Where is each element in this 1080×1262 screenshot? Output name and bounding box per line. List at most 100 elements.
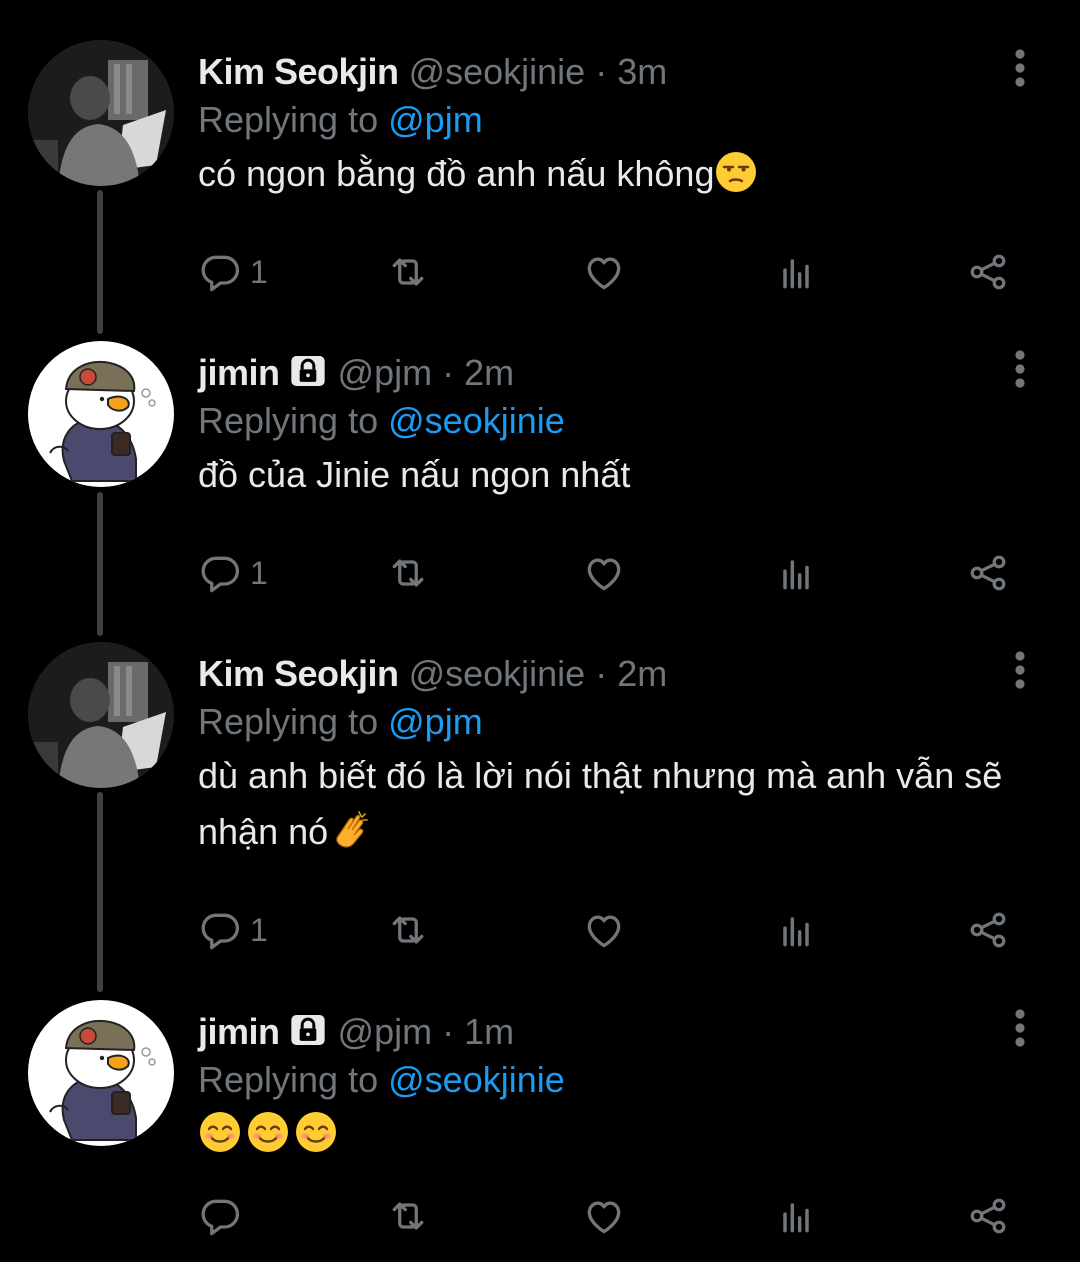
avatar[interactable] xyxy=(28,341,174,487)
user-handle[interactable]: @pjm xyxy=(338,1011,433,1052)
lock-icon xyxy=(288,1013,328,1047)
timestamp[interactable]: 1m xyxy=(464,1011,514,1052)
retweet-icon xyxy=(386,551,430,595)
tweet-header: jimin @pjm · 2m xyxy=(198,349,514,397)
like-button[interactable] xyxy=(582,1192,626,1240)
action-bar: 1 xyxy=(198,248,1038,296)
tweet[interactable]: Kim Seokjin @seokjinie · 2m Replying to … xyxy=(0,642,1080,962)
photo-avatar xyxy=(28,40,174,186)
analytics-icon xyxy=(774,551,818,595)
lock-icon xyxy=(288,354,328,388)
action-bar: 1 xyxy=(198,906,1038,954)
share-icon xyxy=(966,250,1010,294)
unamused-face-icon xyxy=(714,150,758,194)
photo-avatar xyxy=(28,642,174,788)
user-handle[interactable]: @pjm xyxy=(338,352,433,393)
tweet-text: đồ của Jinie nấu ngon nhất xyxy=(198,447,1038,503)
reply-button[interactable]: 1 xyxy=(198,906,268,954)
retweet-icon xyxy=(386,250,430,294)
user-handle[interactable]: @seokjinie xyxy=(409,51,586,92)
share-icon xyxy=(966,1194,1010,1238)
retweet-icon xyxy=(386,908,430,952)
reply-icon xyxy=(198,908,242,952)
retweet-button[interactable] xyxy=(386,549,430,597)
display-name[interactable]: jimin xyxy=(198,1011,280,1052)
separator: · xyxy=(442,352,455,393)
tweet-text-content: có ngon bằng đồ anh nấu không xyxy=(198,153,715,194)
more-options-icon[interactable] xyxy=(1006,1008,1034,1048)
replying-label: Replying to xyxy=(198,701,379,742)
like-button[interactable] xyxy=(582,248,626,296)
duck-cartoon-avatar xyxy=(28,1000,174,1146)
tweet-text xyxy=(198,1106,1038,1162)
retweet-button[interactable] xyxy=(386,248,430,296)
retweet-button[interactable] xyxy=(386,1192,430,1240)
reply-button[interactable]: 1 xyxy=(198,549,268,597)
share-icon xyxy=(966,551,1010,595)
replying-label: Replying to xyxy=(198,99,379,140)
like-button[interactable] xyxy=(582,906,626,954)
display-name[interactable]: Kim Seokjin xyxy=(198,653,399,694)
views-button[interactable] xyxy=(774,549,818,597)
share-icon xyxy=(966,908,1010,952)
more-options-icon[interactable] xyxy=(1006,650,1034,690)
mention-link[interactable]: @pjm xyxy=(388,99,483,140)
heart-icon xyxy=(582,1194,626,1238)
mention-link[interactable]: @seokjinie xyxy=(388,1059,565,1100)
display-name[interactable]: jimin xyxy=(198,352,280,393)
display-name[interactable]: Kim Seokjin xyxy=(198,51,399,92)
reply-button[interactable]: 1 xyxy=(198,248,268,296)
retweet-button[interactable] xyxy=(386,906,430,954)
heart-icon xyxy=(582,551,626,595)
separator: · xyxy=(595,653,608,694)
replying-label: Replying to xyxy=(198,1059,379,1100)
tweet[interactable]: Kim Seokjin @seokjinie · 3m Replying to … xyxy=(0,40,1080,300)
replying-to: Replying to @seokjinie xyxy=(198,397,565,445)
clapping-hands-icon xyxy=(328,808,372,852)
timestamp[interactable]: 3m xyxy=(617,51,667,92)
reply-count: 1 xyxy=(250,554,268,591)
share-button[interactable] xyxy=(966,248,1010,296)
reply-count: 1 xyxy=(250,911,268,948)
tweet-header: jimin @pjm · 1m xyxy=(198,1008,514,1056)
like-button[interactable] xyxy=(582,549,626,597)
replying-to: Replying to @seokjinie xyxy=(198,1056,565,1104)
share-button[interactable] xyxy=(966,549,1010,597)
more-options-icon[interactable] xyxy=(1006,349,1034,389)
tweet-text-content: dù anh biết đó là lời nói thật nhưng mà … xyxy=(198,755,1003,852)
tweet[interactable]: jimin @pjm · 2m Replying to @seokjinie đ… xyxy=(0,341,1080,601)
views-button[interactable] xyxy=(774,906,818,954)
avatar[interactable] xyxy=(28,642,174,788)
avatar[interactable] xyxy=(28,1000,174,1146)
reply-count: 1 xyxy=(250,253,268,290)
smiling-face-icon xyxy=(198,1110,242,1154)
analytics-icon xyxy=(774,1194,818,1238)
views-button[interactable] xyxy=(774,248,818,296)
timestamp[interactable]: 2m xyxy=(617,653,667,694)
mention-link[interactable]: @pjm xyxy=(388,701,483,742)
share-button[interactable] xyxy=(966,906,1010,954)
views-button[interactable] xyxy=(774,1192,818,1240)
reply-icon xyxy=(198,250,242,294)
analytics-icon xyxy=(774,908,818,952)
more-options-icon[interactable] xyxy=(1006,48,1034,88)
timestamp[interactable]: 2m xyxy=(464,352,514,393)
smiling-face-icon xyxy=(294,1110,338,1154)
user-handle[interactable]: @seokjinie xyxy=(409,653,586,694)
reply-icon xyxy=(198,551,242,595)
action-bar xyxy=(198,1192,1038,1240)
reply-button[interactable] xyxy=(198,1192,242,1240)
tweet[interactable]: jimin @pjm · 1m Replying to @seokjinie xyxy=(0,1000,1080,1260)
tweet-text: dù anh biết đó là lời nói thật nhưng mà … xyxy=(198,748,1038,860)
duck-cartoon-avatar xyxy=(28,341,174,487)
mention-link[interactable]: @seokjinie xyxy=(388,400,565,441)
avatar[interactable] xyxy=(28,40,174,186)
retweet-icon xyxy=(386,1194,430,1238)
replying-label: Replying to xyxy=(198,400,379,441)
tweet-text-content: đồ của Jinie nấu ngon nhất xyxy=(198,454,631,495)
share-button[interactable] xyxy=(966,1192,1010,1240)
action-bar: 1 xyxy=(198,549,1038,597)
reply-icon xyxy=(198,1194,242,1238)
heart-icon xyxy=(582,250,626,294)
separator: · xyxy=(442,1011,455,1052)
